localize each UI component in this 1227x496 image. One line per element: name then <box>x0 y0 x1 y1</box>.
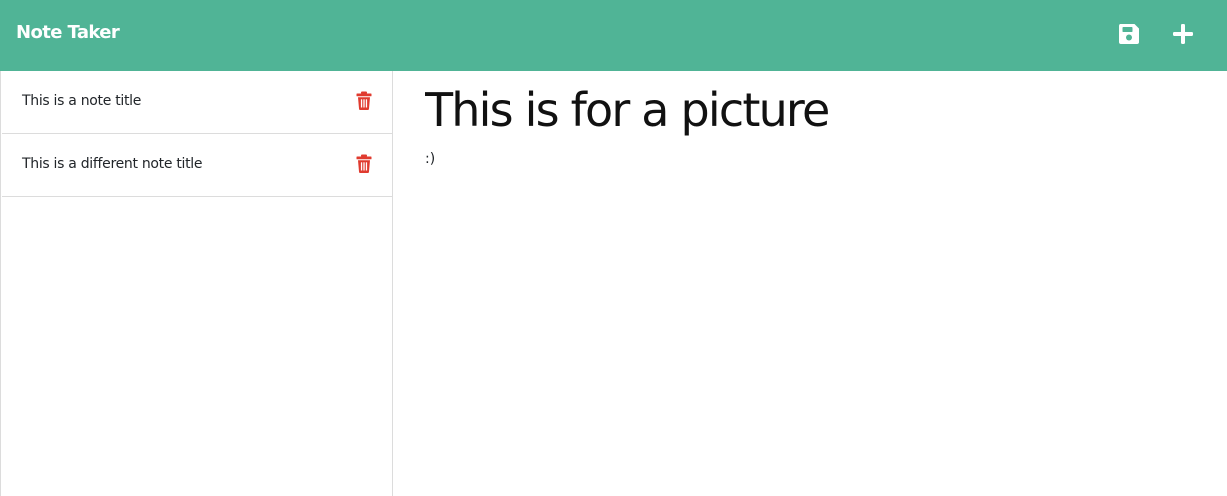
trash-icon[interactable] <box>356 154 372 173</box>
note-sidebar: This is a note title This is a different… <box>0 71 393 496</box>
note-text-input[interactable]: :) <box>425 151 1205 451</box>
trash-icon[interactable] <box>356 91 372 110</box>
note-taker-app: Note Taker This is a note title This is … <box>0 0 1227 496</box>
list-item[interactable]: This is a note title <box>2 71 393 134</box>
note-list: This is a note title This is a different… <box>2 71 393 197</box>
note-title-input[interactable] <box>425 81 1205 139</box>
list-item[interactable]: This is a different note title <box>2 134 393 197</box>
navbar: Note Taker <box>0 0 1227 71</box>
note-list-title[interactable]: This is a different note title <box>22 156 203 172</box>
note-editor: :) <box>393 71 1227 496</box>
plus-icon[interactable] <box>1171 22 1195 46</box>
app-brand[interactable]: Note Taker <box>16 22 120 43</box>
note-list-title[interactable]: This is a note title <box>22 93 141 109</box>
save-icon[interactable] <box>1117 22 1141 46</box>
